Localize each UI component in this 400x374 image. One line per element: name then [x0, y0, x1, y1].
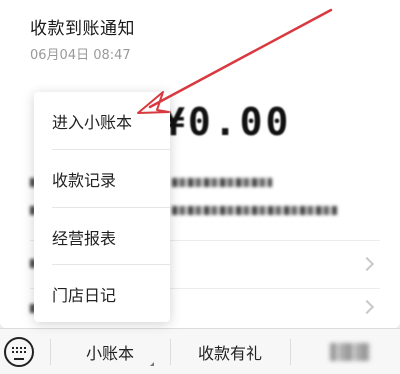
tab-ledger[interactable]: 小账本: [50, 329, 170, 374]
amount-value: ¥0.00: [162, 100, 292, 144]
chevron-right-icon[interactable]: [359, 299, 375, 315]
divider: [290, 339, 291, 365]
bottom-menu-bar: 小账本 收款有礼: [0, 328, 400, 374]
menu-item-store-diary[interactable]: 门店日记: [34, 265, 170, 322]
keyboard-icon[interactable]: [4, 337, 34, 367]
menu-item-business-report[interactable]: 经营报表: [34, 208, 170, 265]
notice-time: 06月04日 08:47: [30, 48, 131, 63]
pixelated-tab[interactable]: [330, 343, 370, 361]
keyboard-keys: [12, 347, 26, 357]
menu-item-enter-ledger[interactable]: 进入小账本: [34, 92, 170, 149]
blurred-value: [172, 178, 272, 187]
keyboard-spacebar: [14, 358, 24, 360]
chevron-right-icon[interactable]: [359, 256, 375, 272]
popup-menu: 进入小账本 收款记录 经营报表 门店日记: [34, 92, 170, 322]
submenu-caret-icon: [150, 362, 154, 366]
tab-payment-gift[interactable]: 收款有礼: [170, 329, 290, 374]
menu-item-payment-records[interactable]: 收款记录: [34, 150, 170, 207]
screen: 收款到账通知 06月04日 08:47 ¥0.00 进入小账本 收款记录 经营报…: [0, 0, 400, 374]
notice-title: 收款到账通知: [30, 19, 135, 39]
blurred-value: [172, 206, 337, 215]
